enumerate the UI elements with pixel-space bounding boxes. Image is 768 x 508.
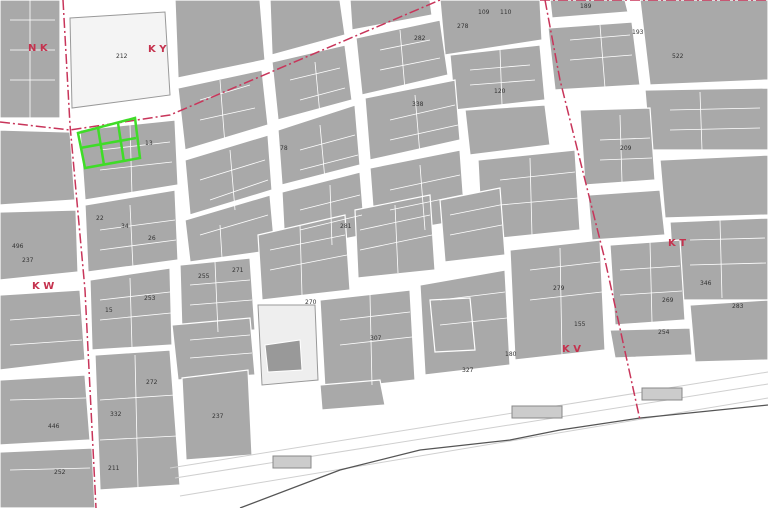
district-code-nk: N K (28, 43, 49, 54)
lot-label: 496 (12, 243, 24, 250)
lot-label: 26 (148, 235, 156, 242)
lot-label: 446 (48, 423, 60, 430)
lot-label: 327 (462, 367, 474, 374)
cadastral-map[interactable]: 212 109 110 189 278 282 193 522 120 338 … (0, 0, 768, 508)
lot-label: 109 (478, 9, 490, 16)
district-code-kt: K T (668, 238, 686, 249)
lot-label: 193 (632, 29, 644, 36)
lot-label: 15 (105, 307, 113, 314)
lot-label: 272 (146, 379, 158, 386)
lot-label: 237 (22, 257, 34, 264)
lot-label: 252 (54, 469, 66, 476)
lot-label: 110 (500, 9, 512, 16)
lot-label: 211 (108, 465, 120, 472)
lot-label: 279 (553, 285, 565, 292)
district-code-ky: K Y (148, 44, 167, 55)
lot-label: 307 (370, 335, 382, 342)
lot-label: 189 (580, 3, 592, 10)
lot-label: 269 (662, 297, 674, 304)
lot-label: 255 (198, 273, 210, 280)
lot-label: 120 (494, 88, 506, 95)
lot-label: 278 (457, 23, 469, 30)
district-code-kw: K W (32, 281, 54, 292)
lot-label: 338 (412, 101, 424, 108)
lot-label: 155 (574, 321, 586, 328)
lot-label: 209 (620, 145, 632, 152)
lot-label: 282 (414, 35, 426, 42)
lot-label: 22 (96, 215, 104, 222)
district-code-kv: K V (562, 344, 581, 355)
lot-label: 34 (121, 223, 129, 230)
lot-label: 346 (700, 280, 712, 287)
lot-label: 254 (658, 329, 670, 336)
lot-label: 332 (110, 411, 122, 418)
lot-label: 13 (145, 140, 153, 147)
lot-label: 281 (340, 223, 352, 230)
lot-label: 212 (116, 53, 128, 60)
lot-label: 270 (305, 299, 317, 306)
waterfront (169, 371, 768, 508)
lot-label: 253 (144, 295, 156, 302)
lot-label: 237 (212, 413, 224, 420)
map-canvas: 212 109 110 189 278 282 193 522 120 338 … (0, 0, 768, 508)
lot-label: 283 (732, 303, 744, 310)
lot-label: 522 (672, 53, 684, 60)
lot-label: 180 (505, 351, 517, 358)
lot-label: 78 (280, 145, 288, 152)
city-blocks (0, 0, 768, 508)
lot-label: 271 (232, 267, 244, 274)
